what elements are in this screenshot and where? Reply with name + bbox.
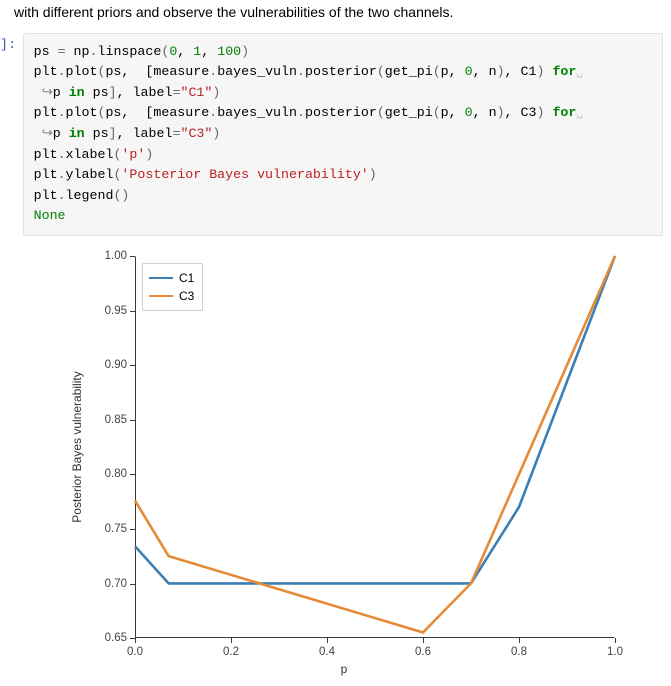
code-l6: plt.xlabel('p'): [34, 147, 154, 162]
legend-swatch-c1: [149, 277, 173, 279]
code-l1: ps = np.linspace(0, 1, 100): [34, 44, 250, 59]
legend-label-c1: C1: [179, 269, 194, 287]
y-tick: [130, 638, 135, 639]
code-l3: ↪p in ps], label="C1"): [34, 85, 221, 100]
y-tick-label: 0.90: [87, 359, 127, 371]
x-tick: [231, 638, 232, 643]
y-tick: [130, 584, 135, 585]
x-tick: [135, 638, 136, 643]
code-l2: plt.plot(ps, [measure.bayes_vuln.posteri…: [34, 64, 583, 79]
chart-output: C1 C3 Posterior Bayes vulnerability p 0.…: [50, 242, 638, 686]
notebook-input-cell: ]: ps = np.linspace(0, 1, 100) plt.plot(…: [0, 31, 671, 236]
x-tick: [615, 638, 616, 643]
y-tick: [130, 256, 135, 257]
legend-swatch-c3: [149, 295, 173, 297]
y-axis-title: Posterior Bayes vulnerability: [70, 371, 84, 522]
code-l5: ↪p in ps], label="C3"): [34, 126, 221, 141]
input-prompt: ]:: [0, 31, 21, 52]
y-tick: [130, 529, 135, 530]
y-tick-label: 0.65: [87, 632, 127, 644]
y-tick-label: 0.85: [87, 414, 127, 426]
y-tick-label: 0.75: [87, 523, 127, 535]
legend-entry-c3: C3: [149, 287, 194, 305]
code-l7: plt.ylabel('Posterior Bayes vulnerabilit…: [34, 167, 377, 182]
x-tick-label: 0.4: [319, 646, 335, 658]
y-tick-label: 0.95: [87, 305, 127, 317]
y-tick-label: 0.70: [87, 578, 127, 590]
y-tick: [130, 474, 135, 475]
x-tick-label: 1.0: [607, 646, 623, 658]
x-tick-label: 0.6: [415, 646, 431, 658]
chart-legend: C1 C3: [142, 263, 203, 311]
y-tick-label: 1.00: [87, 250, 127, 262]
code-l4: plt.plot(ps, [measure.bayes_vuln.posteri…: [34, 105, 583, 120]
legend-entry-c1: C1: [149, 269, 194, 287]
code-l8: plt.legend(): [34, 188, 130, 203]
code-l9: None: [34, 208, 66, 223]
x-tick-label: 0.8: [511, 646, 527, 658]
y-tick: [130, 365, 135, 366]
x-tick: [519, 638, 520, 643]
x-tick-label: 0.0: [127, 646, 143, 658]
y-tick-label: 0.80: [87, 468, 127, 480]
x-axis-title: p: [341, 662, 348, 676]
x-tick: [423, 638, 424, 643]
x-tick: [327, 638, 328, 643]
y-tick: [130, 420, 135, 421]
x-tick-label: 0.2: [223, 646, 239, 658]
legend-label-c3: C3: [179, 287, 194, 305]
intro-paragraph: with different priors and observe the vu…: [0, 0, 671, 31]
code-cell: ps = np.linspace(0, 1, 100) plt.plot(ps,…: [23, 33, 663, 236]
plot-svg: [135, 256, 615, 638]
y-tick: [130, 311, 135, 312]
